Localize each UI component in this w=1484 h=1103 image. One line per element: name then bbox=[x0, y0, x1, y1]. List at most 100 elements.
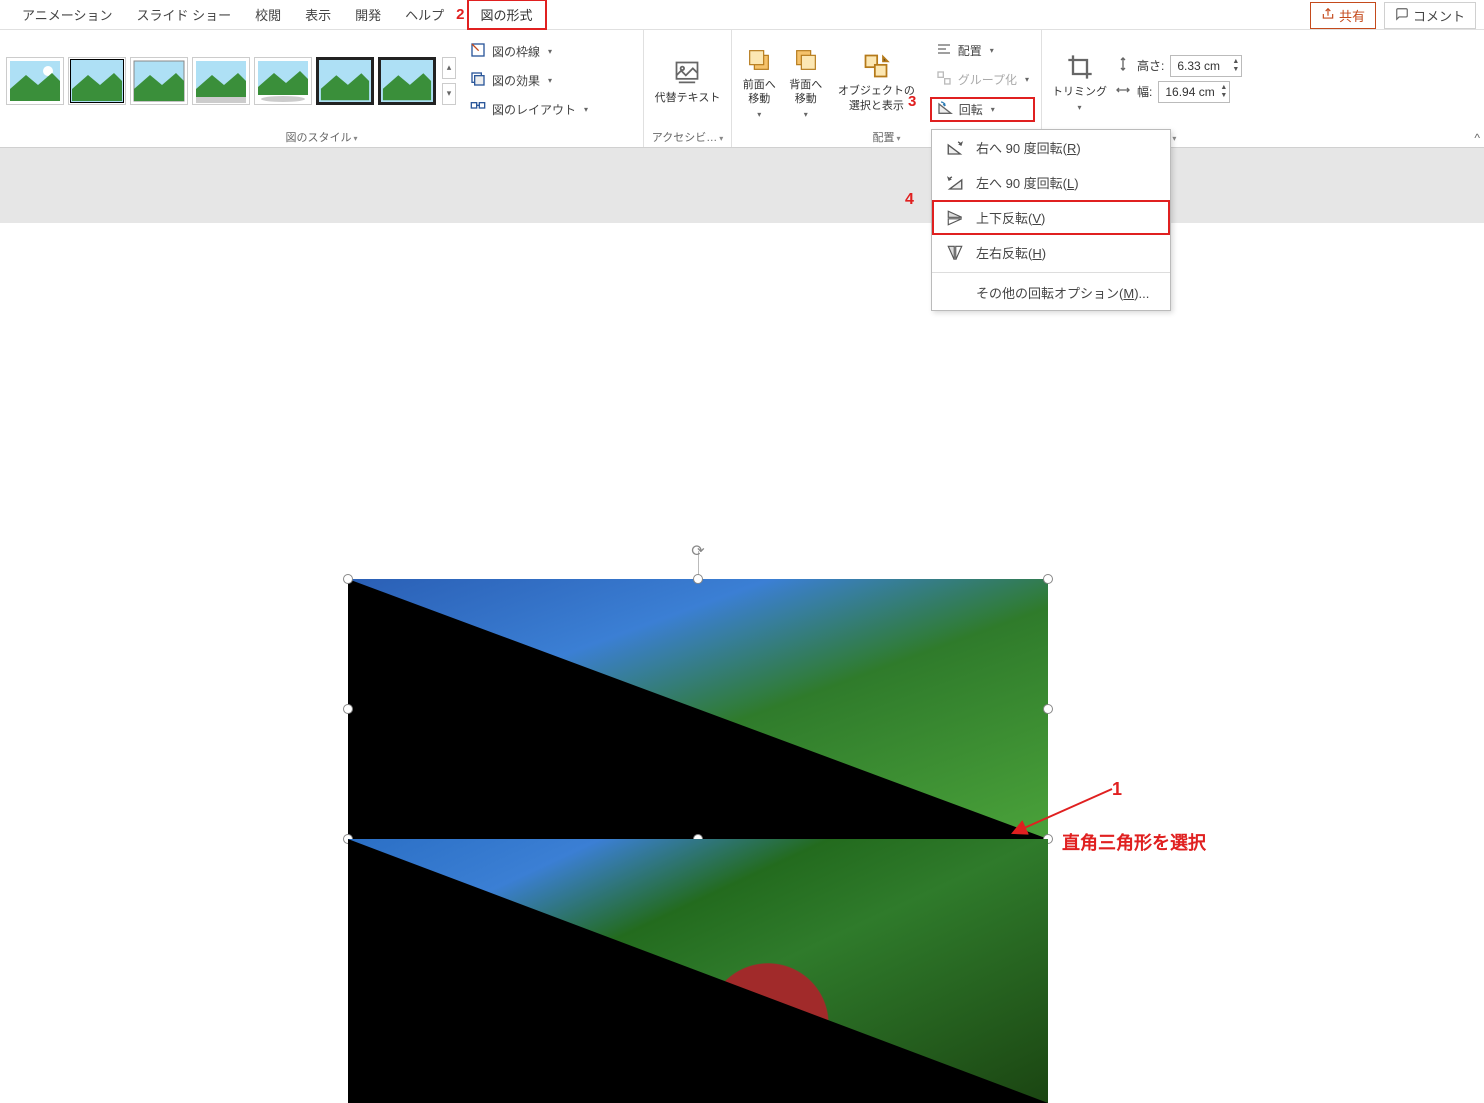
group-picture-styles: ▴▾ 図の枠線▾ 図の効果▾ 図のレイアウト▾ 図のスタイル bbox=[0, 30, 644, 147]
width-icon bbox=[1115, 82, 1131, 101]
handle-ne[interactable] bbox=[1043, 574, 1053, 584]
bring-forward-button[interactable]: 前面へ移動▾ bbox=[738, 42, 780, 120]
bring-forward-label: 前面へ移動 bbox=[742, 78, 776, 107]
handle-n[interactable] bbox=[693, 574, 703, 584]
group-label-btn: グループ化 bbox=[958, 71, 1017, 88]
annotation-1-number: 1 bbox=[1112, 779, 1122, 800]
style-thumb-1[interactable] bbox=[6, 57, 64, 105]
border-label: 図の枠線 bbox=[492, 43, 540, 60]
send-backward-icon bbox=[792, 46, 820, 74]
rotate-button[interactable]: 回転▾ bbox=[930, 97, 1035, 122]
width-spinner[interactable]: ▲▼ bbox=[1220, 84, 1227, 100]
tab-developer[interactable]: 開発 bbox=[343, 1, 393, 28]
comment-label: コメント bbox=[1413, 6, 1465, 25]
border-icon bbox=[470, 42, 486, 61]
menu-rotate-right-label: 右へ 90 度回転(R) bbox=[976, 138, 1081, 157]
style-thumb-4[interactable] bbox=[192, 57, 250, 105]
slide-canvas[interactable]: ⟳ 1 直角三角形を選択 bbox=[132, 223, 1352, 943]
group-label-accessibility: アクセシビ… bbox=[650, 127, 725, 145]
style-thumb-7[interactable] bbox=[378, 57, 436, 105]
align-button[interactable]: 配置▾ bbox=[930, 39, 1035, 62]
send-backward-label: 背面へ移動 bbox=[788, 78, 822, 107]
share-label: 共有 bbox=[1339, 6, 1365, 25]
rotate-right-icon bbox=[946, 139, 964, 157]
selection-pane-icon bbox=[862, 52, 890, 80]
width-input[interactable]: 16.94 cm ▲▼ bbox=[1158, 81, 1230, 103]
alt-text-label: 代替テキスト bbox=[655, 91, 721, 105]
flip-vertical-icon bbox=[946, 209, 964, 227]
bring-forward-icon bbox=[745, 46, 773, 74]
comment-icon bbox=[1395, 7, 1409, 24]
menu-flip-vertical-label: 上下反転(V) bbox=[976, 208, 1045, 227]
style-gallery-scroll[interactable]: ▴▾ bbox=[442, 57, 456, 105]
rotation-handle[interactable]: ⟳ bbox=[691, 541, 704, 561]
handle-nw[interactable] bbox=[343, 574, 353, 584]
annotation-4: 4 bbox=[905, 191, 914, 209]
handle-w[interactable] bbox=[343, 704, 353, 714]
group-label-styles: 図のスタイル bbox=[6, 127, 637, 145]
handle-e[interactable] bbox=[1043, 704, 1053, 714]
menu-more-rotation[interactable]: その他の回転オプション(M)... bbox=[932, 275, 1170, 310]
style-thumb-5[interactable] bbox=[254, 57, 312, 105]
menu-separator bbox=[932, 272, 1170, 273]
align-label: 配置 bbox=[958, 42, 982, 59]
effects-icon bbox=[470, 71, 486, 90]
crop-label: トリミング bbox=[1052, 85, 1107, 99]
crop-button[interactable]: トリミング▾ bbox=[1048, 49, 1111, 112]
bottom-shape[interactable] bbox=[348, 839, 1048, 1103]
annotation-1-text: 直角三角形を選択 bbox=[1062, 829, 1206, 855]
picture-effects-button[interactable]: 図の効果▾ bbox=[464, 69, 594, 92]
menu-rotate-right[interactable]: 右へ 90 度回転(R) bbox=[932, 130, 1170, 165]
style-thumb-3[interactable] bbox=[130, 57, 188, 105]
menu-rotate-left[interactable]: 左へ 90 度回転(L) bbox=[932, 165, 1170, 200]
menu-more-label: その他の回転オプション(M)... bbox=[976, 283, 1149, 302]
header-actions: 共有 コメント bbox=[1310, 2, 1476, 29]
height-input[interactable]: 6.33 cm ▲▼ bbox=[1170, 55, 1242, 77]
annotation-2: 2 bbox=[456, 6, 464, 23]
tab-picture-format[interactable]: 図の形式 bbox=[467, 0, 547, 30]
width-label: 幅: bbox=[1137, 83, 1152, 100]
group-icon bbox=[936, 70, 952, 89]
align-icon bbox=[936, 41, 952, 60]
selected-shape[interactable]: ⟳ bbox=[348, 579, 1048, 839]
comment-button[interactable]: コメント bbox=[1384, 2, 1476, 29]
layout-label: 図のレイアウト bbox=[492, 101, 576, 118]
group-button: グループ化▾ bbox=[930, 68, 1035, 91]
height-value: 6.33 cm bbox=[1177, 59, 1220, 73]
send-backward-button[interactable]: 背面へ移動▾ bbox=[784, 42, 826, 120]
height-icon bbox=[1115, 56, 1131, 75]
height-spinner[interactable]: ▲▼ bbox=[1232, 58, 1239, 74]
blank-icon bbox=[946, 284, 964, 302]
group-accessibility: 代替テキスト アクセシビ… bbox=[644, 30, 732, 147]
tab-view[interactable]: 表示 bbox=[293, 1, 343, 28]
selection-pane-label: オブジェクトの選択と表示 bbox=[835, 84, 918, 113]
width-value: 16.94 cm bbox=[1165, 85, 1214, 99]
menu-flip-horizontal-label: 左右反転(H) bbox=[976, 243, 1046, 262]
tabs-row: アニメーション スライド ショー 校閲 表示 開発 ヘルプ 2 図の形式 共有 … bbox=[0, 0, 1484, 30]
alt-text-icon bbox=[673, 59, 701, 87]
share-icon bbox=[1321, 7, 1335, 24]
picture-layout-button[interactable]: 図のレイアウト▾ bbox=[464, 98, 594, 121]
style-thumb-6[interactable] bbox=[316, 57, 374, 105]
annotation-1: 1 直角三角形を選択 bbox=[1012, 779, 1132, 862]
crop-icon bbox=[1066, 53, 1094, 81]
annotation-3: 3 bbox=[908, 93, 916, 110]
menu-flip-horizontal[interactable]: 左右反転(H) bbox=[932, 235, 1170, 270]
tab-review[interactable]: 校閲 bbox=[243, 1, 293, 28]
menu-flip-vertical[interactable]: 上下反転(V) bbox=[932, 200, 1170, 235]
menu-rotate-left-label: 左へ 90 度回転(L) bbox=[976, 173, 1079, 192]
tab-animation[interactable]: アニメーション bbox=[10, 1, 124, 28]
picture-border-button[interactable]: 図の枠線▾ bbox=[464, 40, 594, 63]
ribbon-collapse-button[interactable]: ^ bbox=[1474, 131, 1480, 145]
layout-icon bbox=[470, 100, 486, 119]
tab-slideshow[interactable]: スライド ショー bbox=[124, 1, 243, 28]
alt-text-button[interactable]: 代替テキスト bbox=[651, 55, 725, 105]
tab-help[interactable]: ヘルプ bbox=[393, 1, 456, 28]
share-button[interactable]: 共有 bbox=[1310, 2, 1376, 29]
rotate-icon bbox=[937, 100, 953, 119]
style-thumb-2[interactable] bbox=[68, 57, 126, 105]
rotate-label: 回転 bbox=[959, 101, 983, 118]
height-label: 高さ: bbox=[1137, 57, 1164, 74]
rotate-left-icon bbox=[946, 174, 964, 192]
ribbon: ▴▾ 図の枠線▾ 図の効果▾ 図のレイアウト▾ 図のスタイル bbox=[0, 30, 1484, 148]
